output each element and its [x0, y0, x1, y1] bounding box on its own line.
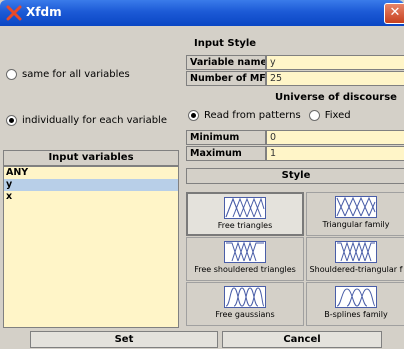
number-mfs-field[interactable]: 25 — [266, 71, 404, 86]
style-triangular-family[interactable]: Triangular family — [306, 192, 404, 236]
input-variables-header: Input variables — [3, 150, 179, 166]
left-panel: same for all variables individually for … — [0, 26, 183, 328]
variable-name-row: Variable name y — [186, 55, 404, 70]
style-free-triangles[interactable]: Free triangles — [186, 192, 304, 236]
option-individually[interactable]: individually for each variable — [6, 115, 167, 126]
style-shouldered-triangular-family[interactable]: Shouldered-triangular f — [306, 237, 404, 281]
minimum-row: Minimum 0 — [186, 130, 404, 145]
cancel-button[interactable]: Cancel — [222, 331, 382, 348]
right-panel: Input Style Variable name y Number of MF… — [184, 26, 404, 328]
button-bar: Set Cancel — [0, 330, 404, 349]
input-variables-list[interactable]: ANY y x — [3, 166, 179, 328]
style-label-triangular-family: Triangular family — [322, 220, 390, 229]
maximum-field[interactable]: 1 — [266, 146, 404, 161]
variable-name-field[interactable]: y — [266, 55, 404, 70]
close-button[interactable]: ✕ — [384, 3, 404, 24]
triangular-family-icon — [335, 196, 377, 218]
shouldered-triangular-family-icon — [335, 241, 377, 263]
option-individual-label: individually for each variable — [22, 115, 167, 126]
free-triangles-icon — [224, 197, 266, 219]
window-title: Xfdm — [26, 5, 62, 19]
variable-name-label: Variable name — [186, 55, 266, 70]
minimum-field[interactable]: 0 — [266, 130, 404, 145]
minimum-label: Minimum — [186, 130, 266, 145]
style-free-shouldered-triangles[interactable]: Free shouldered triangles — [186, 237, 304, 281]
fixed-label[interactable]: Fixed — [325, 110, 351, 121]
variable-item-y[interactable]: y — [4, 179, 178, 191]
input-style-header: Input Style — [186, 37, 404, 53]
radio-same-for-all[interactable] — [6, 69, 17, 80]
option-same-label: same for all variables — [22, 69, 130, 80]
maximum-row: Maximum 1 — [186, 146, 404, 161]
xfdm-window: Xfdm ✕ same for all variables individual… — [0, 0, 404, 349]
style-label-shouldered-family: Shouldered-triangular f — [309, 265, 403, 274]
style-label-free-gaussians: Free gaussians — [215, 310, 275, 319]
title-bar[interactable]: Xfdm ✕ — [0, 0, 404, 26]
variable-item-any[interactable]: ANY — [4, 167, 178, 179]
style-label-free-shouldered: Free shouldered triangles — [194, 265, 296, 274]
free-shouldered-triangles-icon — [224, 241, 266, 263]
style-header: Style — [186, 168, 404, 184]
bsplines-family-icon — [335, 286, 377, 308]
app-x-icon — [6, 5, 22, 21]
style-label-free-triangles: Free triangles — [217, 221, 273, 230]
style-grid: Free triangles Triangular family Free sh… — [186, 192, 404, 327]
maximum-label: Maximum — [186, 146, 266, 161]
universe-options: Read from patterns Fixed — [188, 110, 351, 121]
style-label-bsplines: B-splines family — [324, 310, 388, 319]
radio-fixed[interactable] — [308, 110, 320, 121]
close-icon: ✕ — [389, 5, 401, 20]
read-from-patterns-label[interactable]: Read from patterns — [204, 110, 301, 121]
variable-item-x[interactable]: x — [4, 191, 178, 203]
set-button[interactable]: Set — [30, 331, 218, 348]
radio-read-from-patterns[interactable] — [188, 110, 199, 121]
universe-header: Universe of discourse — [266, 91, 404, 106]
number-mfs-label: Number of MFs — [186, 71, 266, 86]
number-mfs-row: Number of MFs 25 — [186, 71, 404, 86]
option-same-for-all[interactable]: same for all variables — [6, 69, 130, 80]
free-gaussians-icon — [224, 286, 266, 308]
style-free-gaussians[interactable]: Free gaussians — [186, 282, 304, 326]
style-bsplines-family[interactable]: B-splines family — [306, 282, 404, 326]
radio-individually[interactable] — [6, 115, 17, 126]
